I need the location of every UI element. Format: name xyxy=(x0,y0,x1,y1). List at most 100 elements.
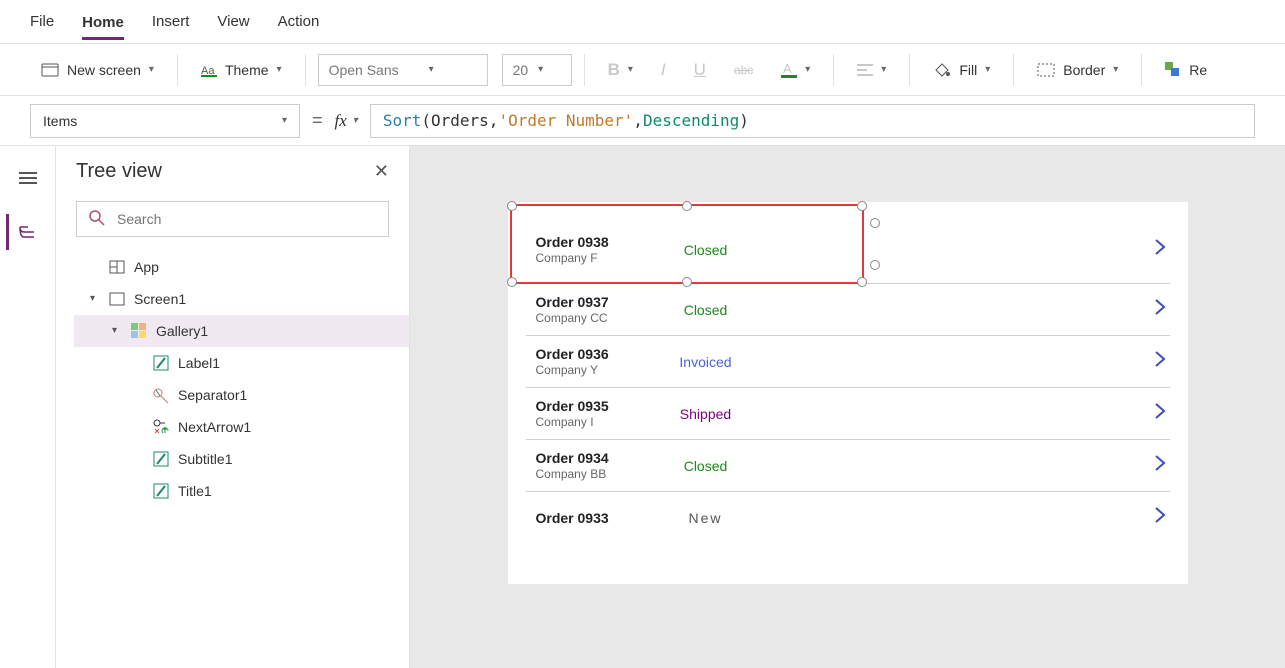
menu-item-insert[interactable]: Insert xyxy=(152,13,190,30)
separator xyxy=(833,54,834,86)
formula-token: ( xyxy=(421,111,431,130)
chevron-down-icon: ▾ xyxy=(429,64,434,75)
menu-item-action[interactable]: Action xyxy=(278,13,320,30)
separator xyxy=(1013,54,1014,86)
resize-handle[interactable] xyxy=(507,201,517,211)
rail-tree-view[interactable] xyxy=(6,214,46,250)
resize-handle[interactable] xyxy=(857,201,867,211)
chevron-right-icon[interactable] xyxy=(1154,238,1166,262)
fx-icon: fx xyxy=(335,111,347,131)
left-rail xyxy=(0,146,56,668)
tree-search[interactable] xyxy=(76,201,389,237)
menu-item-file[interactable]: File xyxy=(30,13,54,30)
search-icon xyxy=(89,210,105,229)
tree-node-screen1[interactable]: ▾Screen1 xyxy=(74,283,409,315)
tree-node-title1[interactable]: Title1 xyxy=(74,475,409,507)
chevron-right-icon[interactable] xyxy=(1154,454,1166,478)
formula-token: , xyxy=(489,111,499,130)
caret-icon: ▾ xyxy=(90,293,100,304)
equals-sign: = xyxy=(312,110,323,131)
formula-token: , xyxy=(633,111,643,130)
gallery-row[interactable]: Order 0934Company BBClosed xyxy=(526,440,1170,492)
border-button[interactable]: Border ▾ xyxy=(1026,55,1129,85)
chevron-right-icon[interactable] xyxy=(1154,350,1166,374)
chevron-down-icon: ▾ xyxy=(881,64,886,75)
separator xyxy=(305,54,306,86)
font-family-select[interactable]: Open Sans ▾ xyxy=(318,54,488,86)
tree-node-label: Label1 xyxy=(178,355,220,371)
fx-button[interactable]: fx ▾ xyxy=(335,111,358,131)
align-icon xyxy=(857,63,873,77)
chevron-right-icon[interactable] xyxy=(1154,506,1166,530)
menu-item-home[interactable]: Home xyxy=(82,14,124,40)
tree-node-gallery1[interactable]: ▾Gallery1 xyxy=(74,315,409,347)
menu-item-view[interactable]: View xyxy=(217,13,249,30)
border-label: Border xyxy=(1063,62,1105,78)
underline-button[interactable]: U xyxy=(683,53,717,87)
gallery-row[interactable]: Order 0937Company CCClosed xyxy=(526,284,1170,336)
menu-bar: File Home Insert View Action xyxy=(0,0,1285,44)
chevron-right-icon[interactable] xyxy=(1154,402,1166,426)
canvas[interactable]: Order 0938Company FClosedOrder 0937Compa… xyxy=(410,146,1285,668)
italic-button[interactable]: I xyxy=(650,53,677,87)
new-screen-button[interactable]: New screen ▾ xyxy=(30,55,165,85)
formula-input[interactable]: Sort ( Orders , 'Order Number' , Descend… xyxy=(370,104,1255,138)
app-preview: Order 0938Company FClosedOrder 0937Compa… xyxy=(508,202,1188,584)
reorder-label: Re xyxy=(1189,62,1207,78)
gallery-row[interactable]: Order 0933New xyxy=(526,492,1170,544)
strike-icon: abc xyxy=(734,63,753,77)
tree-node-subtitle1[interactable]: Subtitle1 xyxy=(74,443,409,475)
italic-icon: I xyxy=(661,60,666,80)
font-size-select[interactable]: 20 ▾ xyxy=(502,54,572,86)
row-status: Closed xyxy=(646,302,766,318)
strike-button[interactable]: abc xyxy=(723,56,764,84)
resize-handle[interactable] xyxy=(507,277,517,287)
formula-token: ) xyxy=(739,111,749,130)
theme-button[interactable]: Aa Theme ▾ xyxy=(190,55,293,85)
new-screen-label: New screen xyxy=(67,62,141,78)
row-subtitle: Company F xyxy=(536,251,646,265)
formula-token: Descending xyxy=(643,111,739,130)
chevron-down-icon: ▾ xyxy=(353,115,358,126)
tree-node-app[interactable]: App xyxy=(74,251,409,283)
row-status: Closed xyxy=(646,458,766,474)
row-subtitle: Company BB xyxy=(536,467,646,481)
font-color-button[interactable]: A ▾ xyxy=(770,55,821,85)
chevron-down-icon: ▾ xyxy=(538,64,543,75)
property-select[interactable]: Items ▾ xyxy=(30,104,300,138)
separator xyxy=(177,54,178,86)
gallery-control[interactable]: Order 0938Company FClosedOrder 0937Compa… xyxy=(526,216,1170,570)
separator-icon xyxy=(152,386,170,404)
reorder-button[interactable]: Re xyxy=(1154,55,1218,85)
row-title: Order 0934 xyxy=(536,450,646,466)
chevron-right-icon[interactable] xyxy=(1154,298,1166,322)
theme-label: Theme xyxy=(225,62,269,78)
row-title: Order 0935 xyxy=(536,398,646,414)
tree-node-separator1[interactable]: Separator1 xyxy=(74,379,409,411)
tree-node-label: Separator1 xyxy=(178,387,247,403)
close-icon[interactable]: ✕ xyxy=(374,161,389,182)
label-icon xyxy=(152,354,170,372)
resize-handle[interactable] xyxy=(682,201,692,211)
gallery-row[interactable]: Order 0935Company IShipped xyxy=(526,388,1170,440)
gallery-row[interactable]: Order 0938Company FClosed xyxy=(526,216,1170,284)
bold-icon: B xyxy=(608,60,620,80)
row-title: Order 0936 xyxy=(536,346,646,362)
bold-button[interactable]: B▾ xyxy=(597,53,644,87)
tree: App▾Screen1▾Gallery1 Label1 Separator1 Next… xyxy=(56,251,409,507)
rail-hamburger[interactable] xyxy=(8,160,48,196)
align-button[interactable]: ▾ xyxy=(846,56,897,84)
fill-button[interactable]: Fill ▾ xyxy=(922,55,1001,85)
search-input[interactable] xyxy=(115,210,376,228)
gallery-icon xyxy=(130,322,148,340)
label-icon xyxy=(152,482,170,500)
gallery-row[interactable]: Order 0936Company YInvoiced xyxy=(526,336,1170,388)
reorder-icon xyxy=(1165,62,1181,78)
screen-icon xyxy=(108,290,126,308)
fill-label: Fill xyxy=(959,62,977,78)
tree-node-nextarrow1[interactable]: NextArrow1 xyxy=(74,411,409,443)
font-family-value: Open Sans xyxy=(329,62,399,78)
tree-node-label: Subtitle1 xyxy=(178,451,232,467)
tree-node-label1[interactable]: Label1 xyxy=(74,347,409,379)
chevron-down-icon: ▾ xyxy=(1113,64,1118,75)
